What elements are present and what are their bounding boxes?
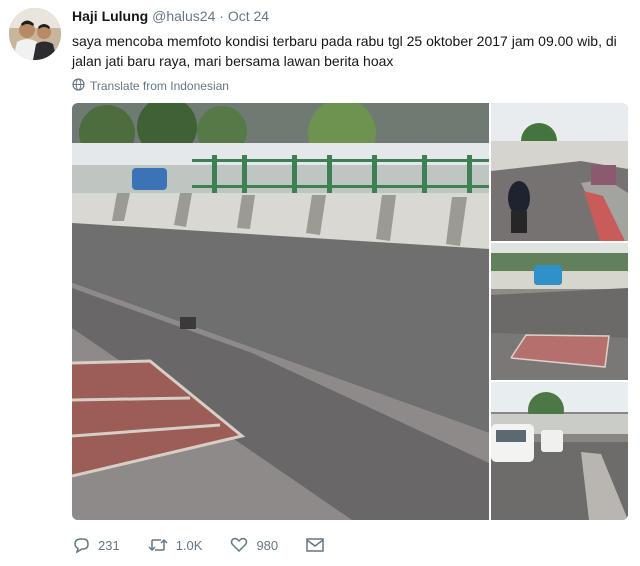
translate-link[interactable]: Translate from Indonesian: [72, 78, 229, 94]
author-avatar[interactable]: [9, 8, 61, 60]
author-handle[interactable]: @halus24: [152, 8, 215, 24]
direct-message-button[interactable]: [306, 537, 324, 553]
tweet-header: Haji Lulung @halus24 · Oct 24: [72, 8, 269, 24]
retweet-count: 1.0K: [175, 537, 203, 553]
reply-count: 231: [98, 537, 120, 553]
like-button[interactable]: 980: [230, 536, 278, 554]
message-icon: [306, 537, 324, 553]
like-icon: [230, 536, 248, 554]
globe-icon: [72, 78, 85, 94]
reply-button[interactable]: 231: [72, 536, 120, 554]
tweet-timestamp[interactable]: Oct 24: [228, 8, 269, 24]
reply-icon: [72, 536, 90, 554]
tweet-photo-4[interactable]: [491, 382, 628, 520]
like-count: 980: [256, 537, 279, 553]
retweet-icon: [148, 536, 168, 554]
translate-label: Translate from Indonesian: [90, 79, 229, 93]
header-separator: ·: [219, 8, 224, 24]
photo-grid: [72, 103, 628, 520]
tweet-photo-3[interactable]: [491, 243, 628, 380]
retweet-button[interactable]: 1.0K: [148, 536, 203, 554]
tweet-photo-main[interactable]: [72, 103, 489, 520]
tweet-text: saya mencoba memfoto kondisi terbaru pad…: [72, 33, 617, 69]
tweet-actions: 231 1.0K 980: [72, 536, 352, 554]
tweet-photo-2[interactable]: [491, 103, 628, 241]
author-name[interactable]: Haji Lulung: [72, 8, 148, 24]
